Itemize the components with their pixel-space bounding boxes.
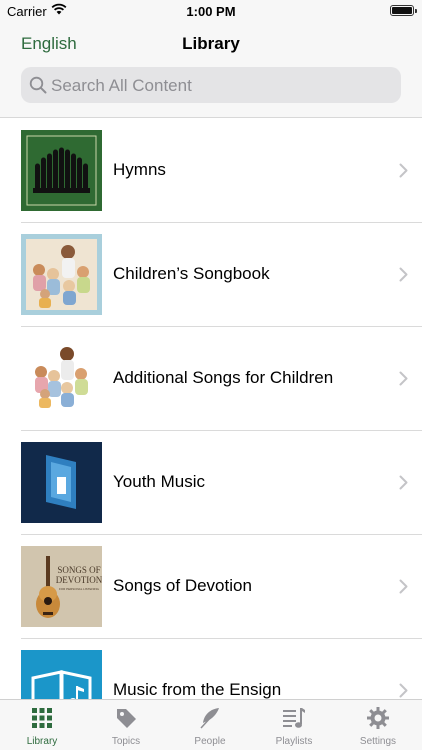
songs-of-devotion-thumbnail: SONGS OF DEVOTION FOR PERSONAL LISTENING <box>21 546 102 627</box>
thumb-title-line-2: DEVOTION <box>56 575 102 585</box>
search-input[interactable]: Search All Content <box>21 67 401 103</box>
thumb-title-line-1: SONGS OF <box>57 565 100 575</box>
nav-bar: English Library <box>0 27 422 61</box>
tab-label: Playlists <box>275 736 313 747</box>
library-item-additional-songs[interactable]: Additional Songs for Children <box>0 327 422 431</box>
tab-library[interactable]: Library <box>0 700 84 750</box>
tab-bar: Library Topics People Playlists Settings <box>0 699 422 750</box>
thumb-subtitle: FOR PERSONAL LISTENING <box>59 587 100 591</box>
tab-label: Topics <box>111 736 141 747</box>
youth-music-thumbnail <box>21 442 102 523</box>
grid-icon <box>30 706 54 730</box>
playlist-icon <box>282 706 306 730</box>
tab-label: Library <box>26 736 58 747</box>
header: Carrier 1:00 PM English Library Search A… <box>0 0 422 118</box>
library-list: Hymns Children’s Songbook Additional Son… <box>0 119 422 699</box>
library-item-label: Hymns <box>113 160 166 179</box>
chevron-right-icon <box>399 371 408 391</box>
page-title: Library <box>182 34 240 53</box>
library-item-label: Songs of Devotion <box>113 576 252 595</box>
chevron-right-icon <box>399 163 408 183</box>
library-item-label: Children’s Songbook <box>113 264 270 283</box>
feather-icon <box>198 706 222 730</box>
library-item-youth-music[interactable]: Youth Music <box>0 431 422 535</box>
childrens-songbook-thumbnail <box>21 234 102 315</box>
chevron-right-icon <box>399 579 408 599</box>
library-item-label: Youth Music <box>113 472 205 491</box>
library-item-label: Additional Songs for Children <box>113 368 334 387</box>
tab-settings[interactable]: Settings <box>336 700 420 750</box>
tab-topics[interactable]: Topics <box>84 700 168 750</box>
library-item-label: Music from the Ensign <box>113 680 282 699</box>
status-time: 1:00 PM <box>186 4 236 19</box>
search-icon <box>29 76 47 99</box>
library-item-songs-of-devotion[interactable]: SONGS OF DEVOTION FOR PERSONAL LISTENING… <box>0 535 422 639</box>
chevron-right-icon <box>399 267 408 287</box>
battery-icon <box>390 5 417 16</box>
library-item-childrens-songbook[interactable]: Children’s Songbook <box>0 223 422 327</box>
search-placeholder: Search All Content <box>51 76 192 95</box>
tab-people[interactable]: People <box>168 700 252 750</box>
tab-label: People <box>194 736 226 747</box>
additional-songs-thumbnail <box>21 338 102 419</box>
tag-icon <box>114 706 138 730</box>
chevron-right-icon <box>399 475 408 495</box>
library-item-music-from-the-ensign[interactable]: Music from the Ensign <box>0 639 422 699</box>
tab-playlists[interactable]: Playlists <box>252 700 336 750</box>
status-bar: Carrier 1:00 PM <box>0 0 422 22</box>
library-item-hymns[interactable]: Hymns <box>0 119 422 223</box>
tab-label: Settings <box>359 736 397 747</box>
hymns-thumbnail <box>21 130 102 211</box>
chevron-right-icon <box>399 683 408 699</box>
music-from-the-ensign-thumbnail <box>21 650 102 699</box>
gear-icon <box>366 706 390 730</box>
